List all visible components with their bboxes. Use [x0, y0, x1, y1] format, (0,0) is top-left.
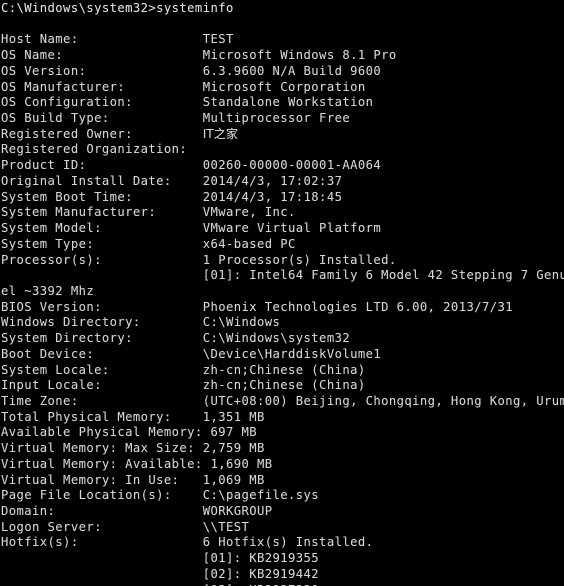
- console-text-buffer: C:\Windows\system32>systeminfo Host Name…: [0, 0, 564, 586]
- console-line: [03]: KB2937220: [1, 583, 564, 586]
- console-line: Total Physical Memory: 1,351 MB: [1, 409, 265, 424]
- console-line: Product ID: 00260-00000-00001-AA064: [1, 158, 382, 173]
- console-line: System Boot Time: 2014/4/3, 17:18:45: [1, 189, 343, 204]
- console-line: Virtual Memory: Available: 1,690 MB: [1, 456, 273, 471]
- console-line: System Locale: zh-cn;Chinese (China): [1, 362, 366, 377]
- console-line: OS Name: Microsoft Windows 8.1 Pro: [1, 48, 397, 63]
- console-line: Logon Server: \\TEST: [1, 519, 250, 534]
- console-line: [01]: KB2919355: [1, 551, 320, 566]
- console-line: System Type: x64-based PC: [1, 236, 296, 251]
- console-line: Registered Owner: IT之家: [1, 127, 564, 143]
- console-line: Domain: WORKGROUP: [1, 504, 273, 518]
- console-line: Time Zone: (UTC+08:00) Beijing, Chongqin…: [1, 393, 564, 408]
- console-line: OS Configuration: Standalone Workstation: [1, 95, 374, 110]
- console-line: Available Physical Memory: 697 MB: [1, 425, 257, 440]
- console-line-value: IT之家: [202, 126, 239, 141]
- console-line: Processor(s): 1 Processor(s) Installed.: [1, 252, 397, 267]
- prompt-line: C:\Windows\system32>systeminfo: [1, 1, 234, 15]
- command-prompt-console[interactable]: C:\Windows\system32>systeminfo Host Name…: [0, 0, 564, 586]
- console-line: OS Build Type: Multiprocessor Free: [1, 111, 351, 126]
- systeminfo-output: Host Name: TEST OS Name: Microsoft Window…: [1, 32, 564, 586]
- console-line: [01]: Intel64 Family 6 Model 42 Stepping…: [1, 268, 564, 283]
- console-line: Page File Location(s): C:\pagefile.sys: [1, 488, 320, 503]
- console-line: Windows Directory: C:\Windows: [1, 315, 281, 330]
- console-line: [02]: KB2919442: [1, 566, 320, 581]
- console-line: Hotfix(s): 6 Hotfix(s) Installed.: [1, 535, 374, 550]
- console-line: Original Install Date: 2014/4/3, 17:02:3…: [1, 173, 343, 188]
- console-line-label: Registered Owner:: [1, 126, 203, 141]
- console-line: Input Locale: zh-cn;Chinese (China): [1, 378, 366, 393]
- console-line: System Directory: C:\Windows\system32: [1, 331, 351, 346]
- console-line: System Manufacturer: VMware, Inc.: [1, 205, 296, 220]
- console-line: OS Manufacturer: Microsoft Corporation: [1, 79, 366, 94]
- console-line: Virtual Memory: In Use: 1,069 MB: [1, 472, 265, 487]
- console-line: Boot Device: \Device\HarddiskVolume1: [1, 346, 382, 361]
- console-line: BIOS Version: Phoenix Technologies LTD 6…: [1, 299, 513, 314]
- console-line: OS Version: 6.3.9600 N/A Build 9600: [1, 63, 382, 78]
- console-line: Virtual Memory: Max Size: 2,759 MB: [1, 441, 265, 456]
- console-line: System Model: VMware Virtual Platform: [1, 221, 382, 236]
- console-line: Host Name: TEST: [1, 32, 234, 47]
- console-line: Registered Organization:: [1, 142, 188, 157]
- console-line: el ~3392 Mhz: [1, 283, 95, 298]
